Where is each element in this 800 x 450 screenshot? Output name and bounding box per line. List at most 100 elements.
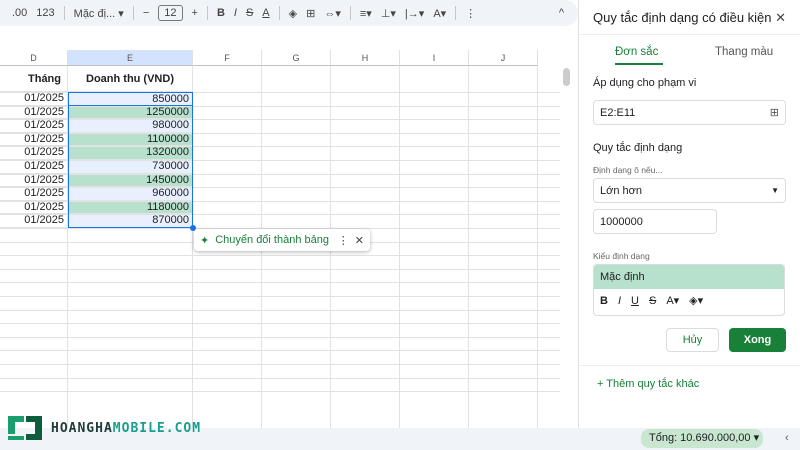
tab-color-scale[interactable]: Thang màu <box>715 46 773 58</box>
text-color-button[interactable]: A <box>262 7 269 19</box>
month-cell[interactable]: 01/2025 <box>0 200 68 215</box>
sum-indicator[interactable]: Tổng: 10.690.000,00 ▾ <box>641 429 763 448</box>
tab-single-color[interactable]: Đơn sắc <box>615 46 658 58</box>
column-header-J[interactable]: J <box>469 50 538 66</box>
month-cell[interactable]: 01/2025 <box>0 119 68 133</box>
value-input[interactable]: 1000000 <box>593 209 717 234</box>
select-range-icon[interactable]: ⊞ <box>770 106 779 119</box>
gridline <box>0 132 560 134</box>
gridline <box>0 364 560 365</box>
decimal-button[interactable]: .00 <box>12 7 27 19</box>
toolbar: .00 123 Mặc đị... ▾ − 12 + B I S A ◈ ⊞ ⇔… <box>0 0 578 26</box>
style-preview-text: Mặc định <box>594 265 784 289</box>
underline-icon[interactable]: U <box>631 295 639 307</box>
merge-icon[interactable]: ⇔▾ <box>324 7 341 20</box>
fill-color-icon[interactable]: ◈▾ <box>689 294 703 307</box>
italic-icon[interactable]: I <box>618 295 621 307</box>
gridline <box>468 66 469 430</box>
month-cell[interactable]: 01/2025 <box>0 146 68 160</box>
gridline <box>0 391 560 393</box>
bold-button[interactable]: B <box>217 7 225 19</box>
sparkle-icon: ✦ <box>200 234 210 247</box>
condition-label: Định dạng ô nếu... <box>593 165 663 175</box>
month-cell[interactable]: 01/2025 <box>0 214 68 228</box>
column-header-E[interactable]: E <box>68 50 193 66</box>
valign-icon[interactable]: ⊥▾ <box>381 7 396 20</box>
revenue-cell[interactable]: 1320000 <box>68 146 193 160</box>
vertical-scrollbar[interactable] <box>560 50 578 430</box>
more-icon[interactable]: ⋮ <box>465 7 476 20</box>
bold-icon[interactable]: B <box>600 295 608 307</box>
revenue-cell[interactable]: 980000 <box>68 119 193 133</box>
column-header-H[interactable]: H <box>331 50 400 66</box>
increase-font-button[interactable]: + <box>192 7 198 19</box>
divider <box>579 365 800 366</box>
divider <box>579 34 800 35</box>
align-icon[interactable]: ≡▾ <box>360 7 372 20</box>
gridline <box>0 200 560 202</box>
decrease-font-button[interactable]: − <box>143 7 149 19</box>
revenue-cell[interactable]: 1100000 <box>68 132 193 147</box>
more-options-icon[interactable]: ⋮ <box>338 234 349 247</box>
wrap-icon[interactable]: |→▾ <box>405 7 424 20</box>
text-color-icon[interactable]: A▾ <box>666 294 679 307</box>
month-cell[interactable]: 01/2025 <box>0 160 68 174</box>
revenue-cell[interactable]: 1250000 <box>68 105 193 120</box>
gridline <box>0 146 560 148</box>
gridline <box>399 66 400 430</box>
fill-color-icon[interactable]: ◈ <box>289 7 297 20</box>
range-label: Áp dụng cho phạm vi <box>593 77 697 89</box>
gridline <box>537 66 538 430</box>
column-header-D[interactable]: D <box>0 50 68 66</box>
scrollbar-thumb[interactable] <box>563 68 570 86</box>
revenue-cell[interactable]: 1180000 <box>68 200 193 215</box>
revenue-cell[interactable]: 850000 <box>68 92 193 106</box>
month-cell[interactable]: 01/2025 <box>0 132 68 147</box>
collapse-toolbar-icon[interactable]: ^ <box>559 7 564 19</box>
rotate-icon[interactable]: A▾ <box>433 7 446 20</box>
gridline <box>0 92 560 93</box>
logo-text: HOANGHA <box>51 420 113 436</box>
month-cell[interactable]: 01/2025 <box>0 92 68 106</box>
column-header-G[interactable]: G <box>262 50 331 66</box>
revenue-cell[interactable]: 730000 <box>68 160 193 174</box>
column-header-F[interactable]: F <box>193 50 262 66</box>
gridline <box>0 187 560 189</box>
divider <box>455 6 457 20</box>
style-preview: Mặc định B I U S A▾ ◈▾ <box>593 264 785 316</box>
cancel-button[interactable]: Hủy <box>666 328 719 352</box>
strikethrough-button[interactable]: S <box>246 7 253 19</box>
convert-to-table-popup: ✦ Chuyển đổi thành bảng ⋮ ✕ <box>194 229 370 251</box>
column-header-I[interactable]: I <box>400 50 469 66</box>
number-format-button[interactable]: 123 <box>36 7 54 19</box>
revenue-cell[interactable]: 1450000 <box>68 173 193 188</box>
header-cell-revenue[interactable]: Doanh thu (VND) <box>68 66 193 92</box>
italic-button[interactable]: I <box>234 7 237 19</box>
month-cell[interactable]: 01/2025 <box>0 173 68 188</box>
divider <box>206 6 208 20</box>
chevron-left-icon[interactable]: ‹ <box>785 432 789 444</box>
font-size-input[interactable]: 12 <box>158 5 183 21</box>
done-button[interactable]: Xong <box>729 328 786 352</box>
range-input[interactable]: E2:E11 ⊞ <box>593 100 786 125</box>
font-select[interactable]: Mặc đị... ▾ <box>74 7 124 20</box>
divider <box>278 6 280 20</box>
strikethrough-icon[interactable]: S <box>649 295 656 307</box>
month-cell[interactable]: 01/2025 <box>0 105 68 120</box>
borders-icon[interactable]: ⊞ <box>306 7 315 20</box>
close-panel-icon[interactable]: ✕ <box>775 10 786 26</box>
convert-to-table-button[interactable]: Chuyển đổi thành bảng <box>215 234 329 246</box>
active-tab-indicator <box>615 63 663 65</box>
header-cell-month[interactable]: Tháng <box>0 66 68 92</box>
close-icon[interactable]: ✕ <box>355 234 364 247</box>
condition-select[interactable]: Lớn hơn ▼ <box>593 178 786 203</box>
sum-value: Tổng: 10.690.000,00 <box>649 432 751 444</box>
revenue-cell[interactable]: 870000 <box>68 214 193 228</box>
month-cell[interactable]: 01/2025 <box>0 187 68 201</box>
gridline <box>0 282 560 284</box>
revenue-cell[interactable]: 960000 <box>68 187 193 201</box>
font-value: Mặc đị... <box>73 7 116 20</box>
add-rule-button[interactable]: + Thêm quy tắc khác <box>597 378 699 390</box>
gridline <box>0 214 560 216</box>
gridline <box>0 173 560 175</box>
